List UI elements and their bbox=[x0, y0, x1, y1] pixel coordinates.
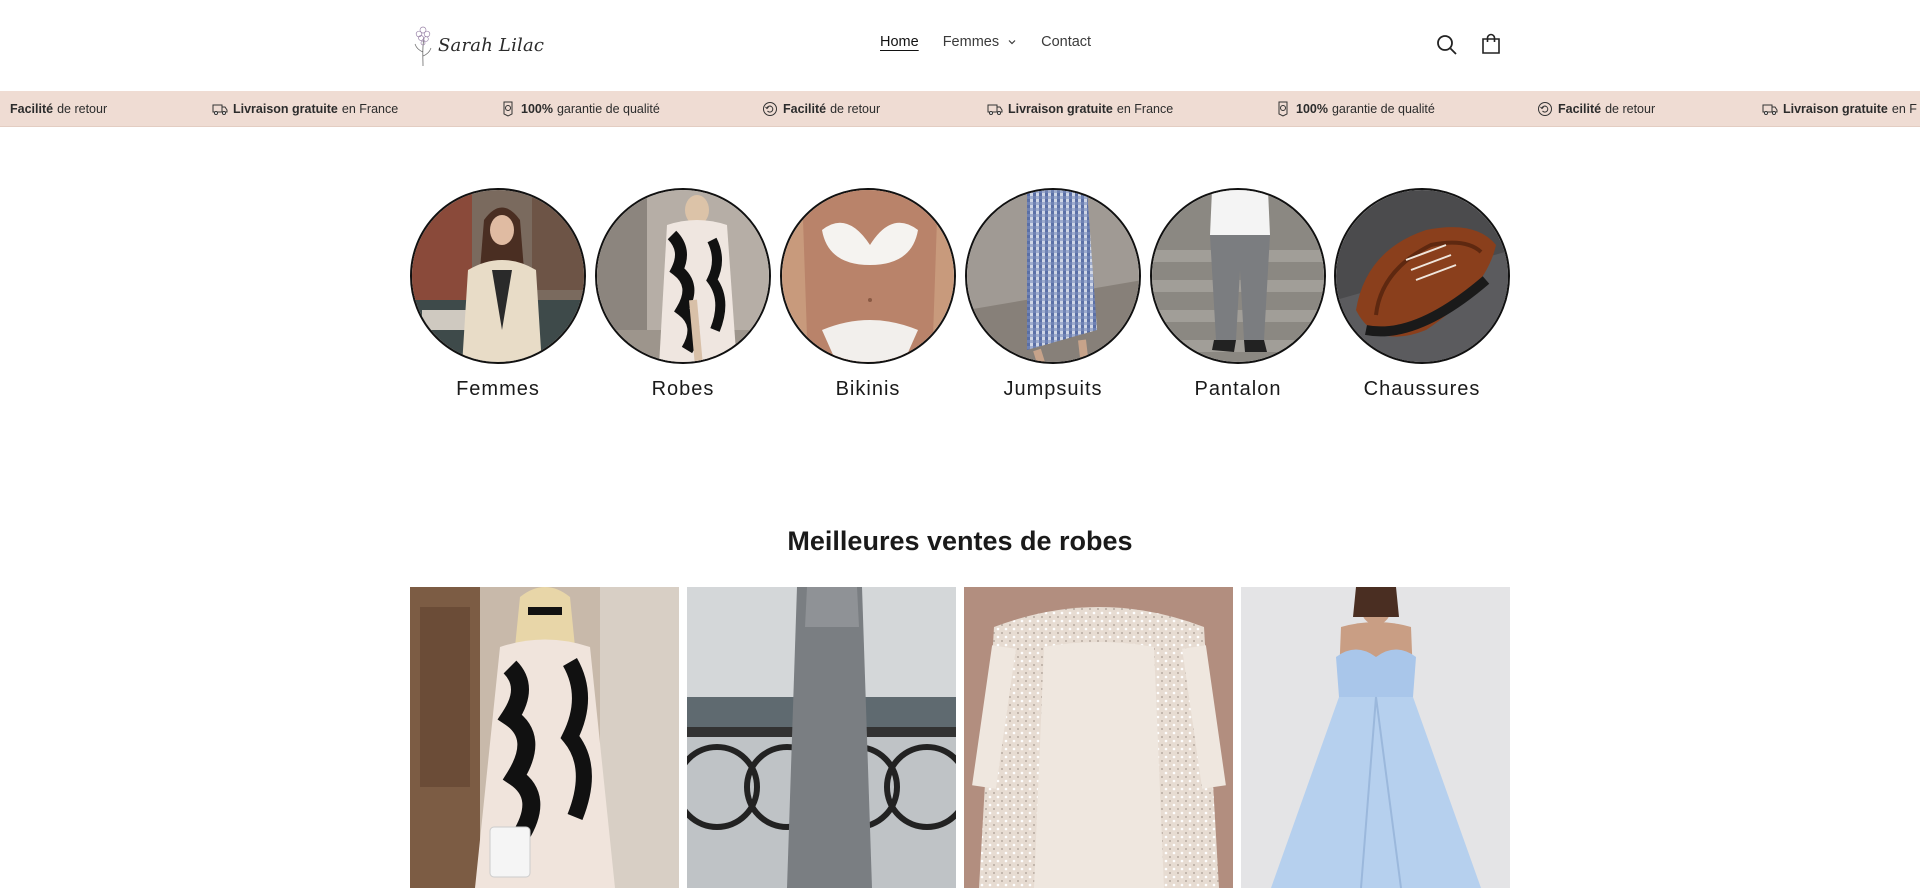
nav-contact[interactable]: Contact bbox=[1041, 34, 1091, 50]
product-card[interactable] bbox=[687, 587, 956, 888]
strip-item: 100% garantie de qualité bbox=[1275, 91, 1435, 126]
strip-item: Livraison gratuite en F bbox=[1762, 91, 1917, 126]
category-robes[interactable]: Robes bbox=[595, 188, 771, 401]
category-image bbox=[410, 188, 586, 364]
strip-bold: Facilité bbox=[1558, 102, 1602, 116]
strip-bold: Facilité bbox=[783, 102, 827, 116]
category-pantalon[interactable]: Pantalon bbox=[1150, 188, 1326, 401]
lilac-flower-icon bbox=[414, 26, 432, 67]
strip-bold: 100% bbox=[521, 102, 553, 116]
strip-bold: Livraison gratuite bbox=[1783, 102, 1888, 116]
category-photo bbox=[1152, 190, 1324, 362]
category-jumpsuits[interactable]: Jumpsuits bbox=[965, 188, 1141, 401]
truck-icon bbox=[1762, 104, 1778, 115]
category-image bbox=[780, 188, 956, 364]
category-image bbox=[965, 188, 1141, 364]
site-header: Sarah Lilac Home Femmes Contact bbox=[0, 0, 1920, 91]
strip-text: en F bbox=[1891, 102, 1917, 116]
search-icon[interactable] bbox=[1435, 33, 1459, 57]
announcement-strip: Facilité de retour Livraison gratuite en… bbox=[0, 91, 1920, 127]
category-label: Robes bbox=[651, 378, 715, 400]
chevron-down-icon bbox=[1008, 40, 1016, 45]
category-image bbox=[1150, 188, 1326, 364]
strip-item: Livraison gratuite en France bbox=[987, 91, 1174, 126]
category-image bbox=[595, 188, 771, 364]
category-femmes[interactable]: Femmes bbox=[410, 188, 586, 401]
category-label: Femmes bbox=[456, 378, 540, 400]
main-nav: Home Femmes Contact bbox=[880, 34, 1091, 50]
strip-item: Livraison gratuite en France bbox=[212, 91, 399, 126]
category-photo bbox=[412, 190, 584, 362]
strip-bold: Facilité bbox=[10, 102, 54, 116]
product-image bbox=[687, 587, 956, 888]
product-image bbox=[410, 587, 679, 888]
strip-text: de retour bbox=[830, 102, 881, 116]
nav-home[interactable]: Home bbox=[880, 34, 919, 50]
section-title-bestsellers: Meilleures ventes de robes bbox=[787, 526, 1133, 556]
strip-text: de retour bbox=[57, 102, 108, 116]
category-image bbox=[1334, 188, 1510, 364]
product-card[interactable] bbox=[410, 587, 679, 888]
strip-bold: 100% bbox=[1296, 102, 1328, 116]
product-image bbox=[1241, 587, 1510, 888]
strip-item: Facilité de retour bbox=[762, 91, 881, 126]
truck-icon bbox=[212, 104, 228, 115]
strip-item: Facilité de retour bbox=[1537, 91, 1656, 126]
strip-text: en France bbox=[341, 102, 399, 116]
category-label: Jumpsuits bbox=[1003, 378, 1103, 400]
category-label: Bikinis bbox=[835, 378, 901, 400]
strip-item: 100% garantie de qualité bbox=[500, 91, 660, 126]
cart-icon[interactable] bbox=[1479, 32, 1503, 56]
truck-icon bbox=[987, 104, 1003, 115]
category-label: Pantalon bbox=[1194, 378, 1282, 400]
category-photo bbox=[1336, 190, 1508, 362]
category-chaussures[interactable]: Chaussures bbox=[1334, 188, 1510, 401]
product-card[interactable] bbox=[964, 587, 1233, 888]
nav-femmes-label: Femmes bbox=[942, 34, 1000, 50]
quality-badge-icon bbox=[503, 101, 513, 117]
strip-text: de retour bbox=[1605, 102, 1656, 116]
category-bikinis[interactable]: Bikinis bbox=[780, 188, 956, 401]
strip-text: en France bbox=[1116, 102, 1174, 116]
quality-badge-icon bbox=[1278, 101, 1288, 117]
product-card[interactable] bbox=[1241, 587, 1510, 888]
return-icon bbox=[1538, 102, 1552, 116]
product-grid bbox=[410, 587, 1510, 888]
category-photo bbox=[597, 190, 769, 362]
brand-logo[interactable]: Sarah Lilac bbox=[410, 22, 544, 68]
category-photo bbox=[782, 190, 954, 362]
category-list: Femmes Robes Bikinis Jumpsuits Pantalon … bbox=[410, 188, 1510, 408]
product-image bbox=[964, 587, 1233, 888]
strip-text: garantie de qualité bbox=[1331, 102, 1435, 116]
category-photo bbox=[967, 190, 1139, 362]
nav-femmes[interactable]: Femmes bbox=[943, 34, 1017, 50]
strip-text: garantie de qualité bbox=[556, 102, 660, 116]
strip-item: Facilité de retour bbox=[10, 91, 108, 126]
strip-bold: Livraison gratuite bbox=[1008, 102, 1113, 116]
brand-name: Sarah Lilac bbox=[438, 34, 545, 56]
return-icon bbox=[763, 102, 777, 116]
category-label: Chaussures bbox=[1363, 378, 1481, 400]
strip-bold: Livraison gratuite bbox=[233, 102, 338, 116]
